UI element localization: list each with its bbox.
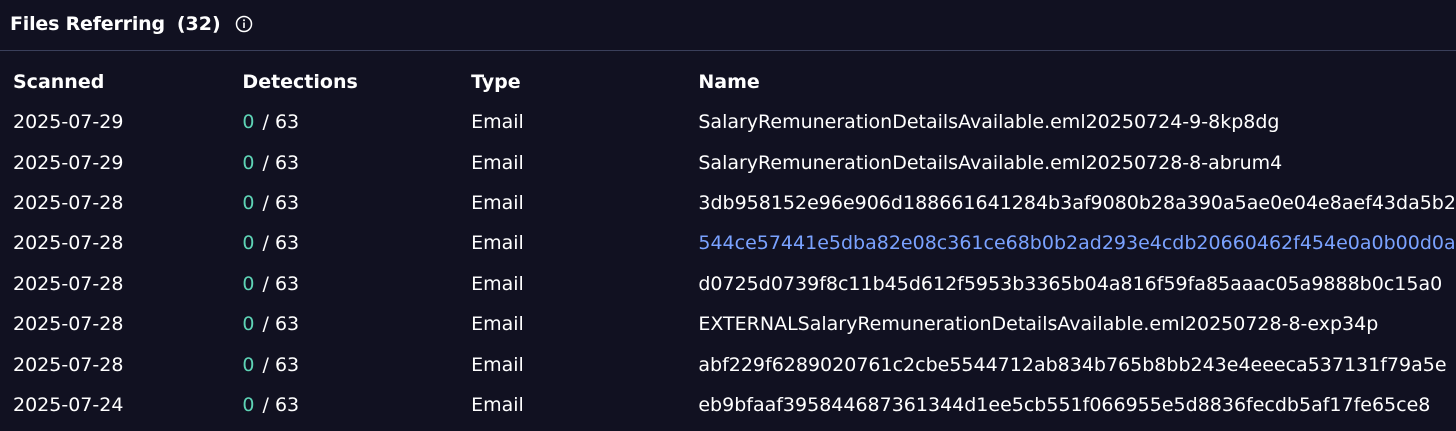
- column-header-scanned[interactable]: Scanned: [0, 62, 242, 102]
- file-type: Email: [471, 353, 524, 376]
- detections-total: / 63: [262, 191, 300, 214]
- detections-count: 0: [242, 111, 255, 134]
- file-name[interactable]: eb9bfaaf395844687361344d1ee5cb551f066955…: [698, 394, 1430, 416]
- table-row[interactable]: 2025-07-24 0 / 63 Email eb9bfaaf395844687361…: [0, 385, 1456, 425]
- detections-cell: 0 / 63: [242, 385, 471, 425]
- section-header: Files Referring (32): [10, 0, 253, 48]
- table-row[interactable]: 2025-07-28 0 / 63 Email EXTERNALSalaryRemune…: [0, 304, 1456, 344]
- file-name-cell: abf229f6289020761c2cbe5544712ab834b765b8…: [698, 344, 1456, 384]
- file-name[interactable]: SalaryRemunerationDetailsAvailable.eml20…: [698, 152, 1282, 174]
- table-body: 2025-07-29 0 / 63 Email SalaryRemunerationDe…: [0, 102, 1456, 425]
- file-type: Email: [471, 393, 524, 416]
- table-row[interactable]: 2025-07-28 0 / 63 Email 544ce57441e5dba82e08…: [0, 223, 1456, 263]
- file-name-cell: EXTERNALSalaryRemunerationDetailsAvailab…: [698, 304, 1456, 344]
- detections-total: / 63: [262, 353, 300, 376]
- scanned-date: 2025-07-28: [13, 272, 124, 295]
- detections-count: 0: [242, 191, 255, 214]
- file-name-cell: 3db958152e96e906d188661641284b3af9080b28…: [698, 183, 1456, 223]
- column-header-name[interactable]: Name: [698, 62, 1456, 102]
- files-count: (32): [176, 13, 221, 35]
- scanned-date: 2025-07-28: [13, 313, 124, 336]
- detections-count: 0: [242, 313, 255, 336]
- detections-count: 0: [242, 353, 255, 376]
- detections-total: / 63: [262, 313, 300, 336]
- scanned-date: 2025-07-29: [13, 151, 124, 174]
- file-name[interactable]: 3db958152e96e906d188661641284b3af9080b28…: [698, 192, 1456, 214]
- file-type: Email: [471, 272, 524, 295]
- scanned-date: 2025-07-29: [13, 111, 124, 134]
- detections-total: / 63: [262, 393, 300, 416]
- table-row[interactable]: 2025-07-28 0 / 63 Email d0725d0739f8c11b45d6…: [0, 264, 1456, 304]
- detections-count: 0: [242, 151, 255, 174]
- header-divider: [0, 50, 1456, 51]
- file-type: Email: [471, 313, 524, 336]
- column-header-type[interactable]: Type: [471, 62, 698, 102]
- scanned-date: 2025-07-24: [13, 393, 124, 416]
- file-name-link[interactable]: 544ce57441e5dba82e08c361ce68b0b2ad293e4c…: [698, 232, 1455, 254]
- file-name-cell: SalaryRemunerationDetailsAvailable.eml20…: [698, 102, 1456, 142]
- file-type: Email: [471, 232, 524, 255]
- detections-total: / 63: [262, 232, 300, 255]
- file-name[interactable]: abf229f6289020761c2cbe5544712ab834b765b8…: [698, 354, 1446, 376]
- detections-total: / 63: [262, 272, 300, 295]
- detections-cell: 0 / 63: [242, 142, 471, 182]
- file-name[interactable]: SalaryRemunerationDetailsAvailable.eml20…: [698, 111, 1279, 133]
- detections-cell: 0 / 63: [242, 102, 471, 142]
- info-icon[interactable]: [235, 15, 253, 33]
- file-name[interactable]: d0725d0739f8c11b45d612f5953b3365b04a816f…: [698, 273, 1442, 295]
- column-header-detections[interactable]: Detections: [242, 62, 471, 102]
- detections-total: / 63: [262, 111, 300, 134]
- detections-cell: 0 / 63: [242, 264, 471, 304]
- file-name-cell: SalaryRemunerationDetailsAvailable.eml20…: [698, 142, 1456, 182]
- table-row[interactable]: 2025-07-28 0 / 63 Email abf229f6289020761c2c…: [0, 344, 1456, 384]
- scanned-date: 2025-07-28: [13, 353, 124, 376]
- file-type: Email: [471, 151, 524, 174]
- file-name[interactable]: EXTERNALSalaryRemunerationDetailsAvailab…: [698, 313, 1378, 335]
- table-row[interactable]: 2025-07-29 0 / 63 Email SalaryRemunerationDe…: [0, 102, 1456, 142]
- file-name-cell: eb9bfaaf395844687361344d1ee5cb551f066955…: [698, 385, 1456, 425]
- scanned-date: 2025-07-28: [13, 232, 124, 255]
- detections-cell: 0 / 63: [242, 344, 471, 384]
- file-name-cell: d0725d0739f8c11b45d612f5953b3365b04a816f…: [698, 264, 1456, 304]
- file-type: Email: [471, 111, 524, 134]
- detections-count: 0: [242, 232, 255, 255]
- section-title: Files Referring: [10, 13, 165, 35]
- detections-cell: 0 / 63: [242, 223, 471, 263]
- detections-count: 0: [242, 272, 255, 295]
- table-header-row: Scanned Detections Type Name: [0, 62, 1456, 102]
- table-row[interactable]: 2025-07-28 0 / 63 Email 3db958152e96e906d188…: [0, 183, 1456, 223]
- detections-total: / 63: [262, 151, 300, 174]
- detections-cell: 0 / 63: [242, 304, 471, 344]
- file-type: Email: [471, 191, 524, 214]
- table-row[interactable]: 2025-07-29 0 / 63 Email SalaryRemunerationDe…: [0, 142, 1456, 182]
- files-referring-table: Scanned Detections Type Name 2025-07-29 0…: [0, 62, 1456, 425]
- scanned-date: 2025-07-28: [13, 191, 124, 214]
- detections-cell: 0 / 63: [242, 183, 471, 223]
- detections-count: 0: [242, 393, 255, 416]
- file-name-cell: 544ce57441e5dba82e08c361ce68b0b2ad293e4c…: [698, 223, 1456, 263]
